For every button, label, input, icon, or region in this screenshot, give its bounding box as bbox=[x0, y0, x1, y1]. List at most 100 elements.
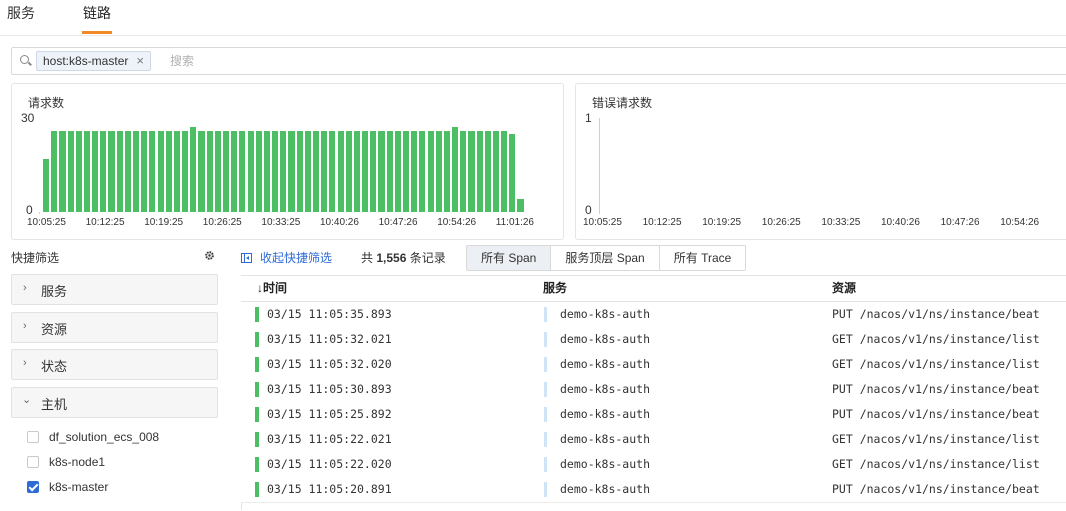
chart-bar[interactable] bbox=[460, 131, 467, 212]
column-header-time[interactable]: ↓时间 bbox=[257, 276, 287, 301]
all-traces-button[interactable]: 所有 Trace bbox=[659, 246, 746, 270]
filter-section-resource[interactable]: › 资源 bbox=[11, 312, 218, 343]
chart-bar[interactable] bbox=[288, 131, 295, 212]
checkbox[interactable] bbox=[27, 456, 39, 468]
table-row[interactable]: 03/15 11:05:30.893 demo-k8s-auth PUT /naco… bbox=[241, 377, 1066, 403]
chart-bar[interactable] bbox=[133, 131, 140, 212]
chart-bar[interactable] bbox=[321, 131, 328, 212]
chart-bar[interactable] bbox=[452, 127, 459, 212]
chart-bar[interactable] bbox=[272, 131, 279, 212]
service-cell: demo-k8s-auth bbox=[560, 482, 651, 496]
table-row[interactable]: 03/15 11:05:22.021 demo-k8s-auth GET /naco… bbox=[241, 427, 1066, 453]
host-option[interactable]: k8s-master bbox=[27, 479, 108, 495]
service-top-span-button[interactable]: 服务顶层 Span bbox=[551, 246, 660, 270]
chart-bar[interactable] bbox=[501, 131, 508, 212]
chart-bar[interactable] bbox=[484, 131, 491, 212]
chart-bar[interactable] bbox=[443, 131, 450, 212]
all-spans-button[interactable]: 所有 Span bbox=[467, 246, 552, 270]
record-count-prefix: 共 bbox=[361, 251, 377, 265]
chart-bar[interactable] bbox=[206, 131, 213, 212]
chart-bar[interactable] bbox=[468, 131, 475, 212]
time-cell: 03/15 11:05:20.891 bbox=[267, 482, 392, 496]
filter-section-host[interactable]: ⌄ 主机 bbox=[11, 387, 218, 418]
chart-bar[interactable] bbox=[362, 131, 369, 212]
service-color-marker bbox=[544, 482, 547, 497]
chart-bar[interactable] bbox=[223, 131, 230, 212]
chart-bar[interactable] bbox=[476, 131, 483, 212]
chart-bar[interactable] bbox=[435, 131, 442, 212]
chart-bar[interactable] bbox=[190, 127, 197, 212]
checkbox-checked[interactable] bbox=[27, 481, 39, 493]
chart-bar[interactable] bbox=[214, 131, 221, 212]
chart-bar[interactable] bbox=[231, 131, 238, 212]
resource-cell: PUT /nacos/v1/ns/instance/beat bbox=[832, 482, 1040, 496]
column-header-service[interactable]: 服务 bbox=[543, 276, 567, 301]
chart-bar[interactable] bbox=[198, 131, 205, 212]
chart-bar[interactable] bbox=[255, 131, 262, 212]
collapse-quick-filter-button[interactable]: 收起快捷筛选 bbox=[241, 249, 332, 266]
chart-bar[interactable] bbox=[370, 131, 377, 212]
chart-bar[interactable] bbox=[378, 131, 385, 212]
chart-bar[interactable] bbox=[304, 131, 311, 212]
checkbox[interactable] bbox=[27, 431, 39, 443]
chart-bar[interactable] bbox=[75, 131, 82, 212]
chart-bar[interactable] bbox=[149, 131, 156, 212]
chart-bar[interactable] bbox=[173, 131, 181, 212]
chart-bar[interactable] bbox=[108, 131, 115, 212]
chart-bar[interactable] bbox=[329, 131, 336, 212]
chart-bar[interactable] bbox=[247, 131, 254, 212]
close-icon[interactable]: × bbox=[136, 52, 144, 70]
table-row[interactable]: 03/15 11:05:25.892 demo-k8s-auth PUT /naco… bbox=[241, 402, 1066, 428]
chart-bar[interactable] bbox=[59, 131, 66, 212]
chart-bar[interactable] bbox=[337, 131, 344, 212]
filter-section-status[interactable]: › 状态 bbox=[11, 349, 218, 380]
tab-services[interactable]: 服务 bbox=[7, 3, 35, 23]
table-row[interactable]: 03/15 11:05:32.020 demo-k8s-auth GET /naco… bbox=[241, 352, 1066, 378]
chart-bar[interactable] bbox=[394, 131, 401, 212]
chart-bar[interactable] bbox=[386, 131, 393, 212]
chart-bar[interactable] bbox=[100, 131, 107, 212]
table-row[interactable]: 03/15 11:05:20.891 demo-k8s-auth PUT /naco… bbox=[241, 477, 1066, 503]
host-option[interactable]: df_solution_ecs_008 bbox=[27, 429, 159, 445]
x-tick-label: 10:12:25 bbox=[642, 217, 682, 228]
filter-chip[interactable]: host:k8s-master × bbox=[36, 51, 151, 71]
chart-bar[interactable] bbox=[427, 131, 434, 212]
chart-bar[interactable] bbox=[165, 131, 172, 212]
chart-bar[interactable] bbox=[141, 131, 148, 212]
service-color-marker bbox=[544, 382, 547, 397]
tab-traces[interactable]: 链路 bbox=[83, 3, 111, 23]
chart-bar[interactable] bbox=[239, 131, 246, 212]
chart-bar[interactable] bbox=[280, 131, 287, 212]
chart-bar[interactable] bbox=[263, 131, 271, 212]
chart-bar[interactable] bbox=[182, 131, 189, 212]
chart-bar[interactable] bbox=[345, 131, 352, 212]
chart-bar[interactable] bbox=[116, 131, 123, 212]
chart-bar[interactable] bbox=[92, 131, 99, 212]
column-header-resource[interactable]: 资源 bbox=[832, 276, 856, 301]
gear-icon[interactable] bbox=[204, 250, 215, 261]
chart-bar[interactable] bbox=[83, 131, 91, 212]
chart-bar[interactable] bbox=[353, 131, 360, 212]
filter-section-service[interactable]: › 服务 bbox=[11, 274, 218, 305]
chart-bar[interactable] bbox=[419, 131, 426, 212]
chart-bar[interactable] bbox=[312, 131, 320, 212]
table-row[interactable]: 03/15 11:05:22.020 demo-k8s-auth GET /naco… bbox=[241, 452, 1066, 478]
y-axis-max-label: 30 bbox=[21, 111, 35, 125]
table-row[interactable]: 03/15 11:05:32.021 demo-k8s-auth GET /naco… bbox=[241, 327, 1066, 353]
chart-bar[interactable] bbox=[517, 199, 524, 212]
search-input[interactable] bbox=[168, 51, 772, 71]
chart-bar[interactable] bbox=[51, 131, 58, 212]
chart-bar[interactable] bbox=[509, 134, 516, 212]
chart-bar[interactable] bbox=[124, 131, 131, 212]
host-option[interactable]: k8s-node1 bbox=[27, 454, 105, 470]
chart-bar[interactable] bbox=[296, 131, 303, 212]
chart-bar[interactable] bbox=[157, 131, 164, 212]
chart-bar[interactable] bbox=[411, 131, 418, 212]
chart-bar[interactable] bbox=[43, 159, 50, 212]
resource-cell: PUT /nacos/v1/ns/instance/beat bbox=[832, 307, 1040, 321]
search-bar[interactable]: host:k8s-master × bbox=[11, 47, 1066, 75]
chart-bar[interactable] bbox=[67, 131, 74, 212]
chart-bar[interactable] bbox=[492, 131, 500, 212]
table-row[interactable]: 03/15 11:05:35.893 demo-k8s-auth PUT /naco… bbox=[241, 302, 1066, 328]
chart-bar[interactable] bbox=[402, 131, 410, 212]
